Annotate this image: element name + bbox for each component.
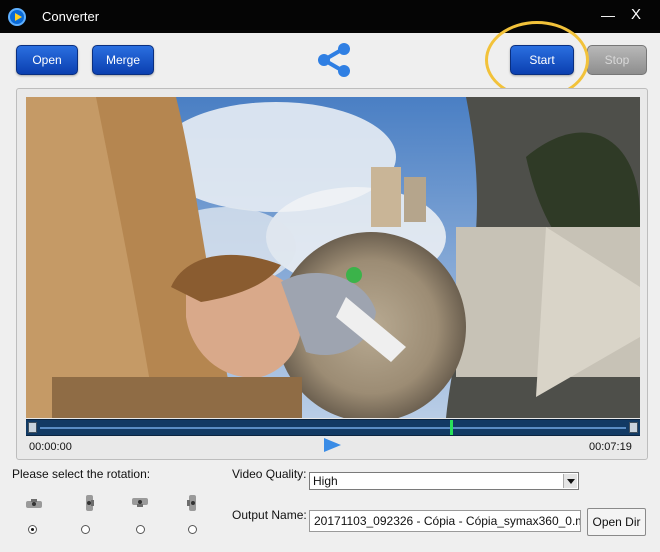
share-icon[interactable] — [314, 41, 354, 79]
rotation-270-icon — [187, 495, 196, 511]
seek-start-cap — [28, 422, 37, 433]
stop-button[interactable]: Stop — [587, 45, 647, 75]
seek-track — [40, 427, 626, 429]
rotation-90-radio[interactable] — [81, 525, 90, 534]
open-button[interactable]: Open — [16, 45, 78, 75]
chevron-down-icon[interactable] — [563, 474, 577, 488]
rotation-label: Please select the rotation: — [12, 467, 151, 481]
minimize-button[interactable]: — — [600, 7, 616, 23]
start-button[interactable]: Start — [510, 45, 574, 75]
title-bar: Converter — X — [0, 0, 660, 33]
output-name-label: Output Name: — [232, 508, 307, 522]
window-title: Converter — [42, 9, 100, 24]
seek-bar[interactable] — [26, 419, 640, 436]
app-logo-icon — [8, 8, 26, 26]
rotation-180-icon — [132, 498, 148, 507]
video-quality-label: Video Quality: — [232, 467, 307, 481]
rotation-90-icon — [86, 495, 94, 511]
rotation-270-radio[interactable] — [188, 525, 197, 534]
merge-button[interactable]: Merge — [92, 45, 154, 75]
seek-end-cap — [629, 422, 638, 433]
close-button[interactable]: X — [628, 7, 644, 23]
seek-marker[interactable] — [450, 420, 454, 435]
video-frame-image — [26, 97, 640, 418]
video-quality-select[interactable]: High — [309, 472, 579, 490]
rotation-0-radio[interactable] — [28, 525, 37, 534]
video-preview[interactable] — [26, 97, 640, 418]
output-name-field[interactable]: 20171103_092326 - Cópia - Cópia_symax360… — [309, 510, 581, 532]
current-time: 00:00:00 — [29, 441, 72, 453]
total-time: 00:07:19 — [589, 441, 632, 453]
rotation-0-icon — [26, 499, 42, 508]
rotation-180-radio[interactable] — [136, 525, 145, 534]
video-quality-value: High — [313, 474, 338, 488]
play-icon[interactable] — [324, 438, 341, 452]
open-dir-button[interactable]: Open Dir — [587, 508, 646, 536]
